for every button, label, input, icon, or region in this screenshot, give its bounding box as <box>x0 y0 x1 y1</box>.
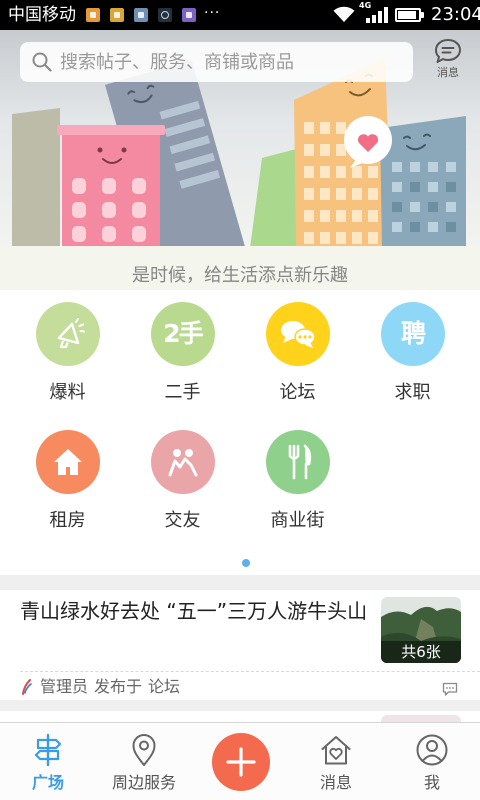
category-grid: 爆料 2手 二手 论坛 聘 求职 租房 交友 商业街 <box>10 290 470 546</box>
profile-icon <box>416 734 448 766</box>
second-hand-icon-glyph: 2手 <box>163 319 203 348</box>
next-feed-post-card[interactable] <box>0 711 480 722</box>
chat-bubbles-icon <box>265 302 330 366</box>
dashed-divider <box>20 671 480 672</box>
gallery-app-notification-icon <box>134 8 148 22</box>
signal-bars-icon <box>366 7 388 27</box>
pink-building <box>57 125 165 250</box>
tab-messages[interactable]: 消息 <box>288 723 384 800</box>
pager-dot-active[interactable] <box>242 559 250 567</box>
post-title[interactable]: 青山绿水好去处 “五一”三万人游牛头山 <box>20 594 370 629</box>
tab-nearby-services[interactable]: 周边服务 <box>96 723 192 800</box>
category-commercial-street[interactable]: 商业街 <box>240 418 355 546</box>
bottom-tab-bar: 广场 周边服务 消息 我 <box>0 722 480 800</box>
messages-shortcut-button[interactable]: 消息 <box>430 38 466 84</box>
search-bar[interactable] <box>20 42 413 82</box>
blue-gray-building <box>380 116 466 248</box>
category-label: 商业街 <box>270 510 325 531</box>
tab-label: 周边服务 <box>111 773 176 792</box>
tab-plaza[interactable]: 广场 <box>0 723 96 800</box>
messages-shortcut-label: 消息 <box>437 66 459 79</box>
banner[interactable]: 消息 是时候，给生活添点新乐趣 <box>0 30 480 290</box>
category-second-hand[interactable]: 2手 二手 <box>125 290 240 418</box>
category-label: 交友 <box>164 510 201 531</box>
clock: 23:04 <box>431 4 480 25</box>
category-label: 租房 <box>49 510 86 531</box>
feed-post-card[interactable]: 青山绿水好去处 “五一”三万人游牛头山 共6张 管理员 发布于 论坛 <box>0 590 480 700</box>
gray-building <box>12 108 60 248</box>
banner-slogan: 是时候，给生活添点新乐趣 <box>132 265 348 286</box>
post-author: 管理员 <box>40 677 89 696</box>
wifi-icon <box>333 6 355 27</box>
megaphone-icon <box>35 302 100 366</box>
app-screen: 中国移动 ··· 4G 23:04 搜索帖子、服务、商铺或商品 消息 是时候，给… <box>0 0 480 800</box>
publish-button[interactable] <box>212 733 270 791</box>
status-bar: 中国移动 ··· 4G 23:04 <box>0 0 480 30</box>
plus-icon <box>226 747 256 777</box>
photo-count-badge: 共6张 <box>381 641 461 663</box>
section-divider <box>0 575 480 590</box>
category-jobs[interactable]: 聘 求职 <box>355 290 470 418</box>
category-label: 爆料 <box>49 382 86 403</box>
second-hand-icon: 2手 <box>150 302 215 366</box>
search-input[interactable] <box>60 42 405 82</box>
tab-label: 我 <box>423 773 440 792</box>
post-action: 发布于 <box>94 677 143 696</box>
orange-app-notification-icon <box>86 8 100 22</box>
carrier-name: 中国移动 <box>8 5 76 25</box>
category-label: 论坛 <box>279 382 316 403</box>
admin-badge-icon <box>22 679 32 695</box>
tab-me[interactable]: 我 <box>384 723 480 800</box>
category-baoliao[interactable]: 爆料 <box>10 290 125 418</box>
battery-level <box>398 11 416 19</box>
tab-label: 广场 <box>31 773 64 792</box>
hiring-icon-glyph: 聘 <box>400 319 426 348</box>
comment-icon[interactable] <box>442 681 458 700</box>
location-pin-icon <box>132 734 156 766</box>
battery-icon <box>395 8 424 22</box>
category-friends[interactable]: 交友 <box>125 418 240 546</box>
post-thumbnail[interactable]: 共6张 <box>381 597 461 663</box>
camera-app-notification-icon <box>158 8 172 22</box>
post-meta: 管理员 发布于 论坛 <box>20 676 186 698</box>
photo-editor-notification-icon <box>182 8 196 22</box>
plaza-signpost-icon <box>34 733 62 767</box>
category-label: 求职 <box>394 382 431 403</box>
section-divider <box>0 700 480 711</box>
category-label: 二手 <box>164 382 201 403</box>
hiring-icon: 聘 <box>380 302 445 366</box>
next-post-thumbnail <box>381 715 461 722</box>
search-icon <box>32 52 52 76</box>
battery-body <box>398 11 418 19</box>
lock-app-notification-icon <box>110 8 124 22</box>
friends-icon <box>150 430 215 494</box>
more-notifications-indicator: ··· <box>204 5 221 21</box>
fork-knife-icon <box>265 430 330 494</box>
message-house-icon <box>321 736 351 765</box>
category-forum[interactable]: 论坛 <box>240 290 355 418</box>
tab-label: 消息 <box>319 773 352 792</box>
battery-tip <box>421 12 424 18</box>
house-icon <box>35 430 100 494</box>
category-rent[interactable]: 租房 <box>10 418 125 546</box>
message-bubble-icon <box>435 39 461 63</box>
post-board: 论坛 <box>148 677 181 696</box>
